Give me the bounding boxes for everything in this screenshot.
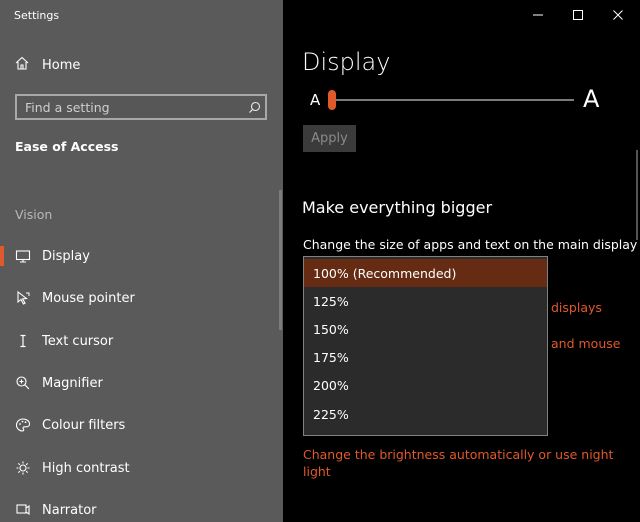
- home-nav-item[interactable]: Home: [14, 55, 80, 75]
- home-label: Home: [42, 57, 81, 73]
- text-size-slider-thumb[interactable]: [328, 90, 336, 110]
- sidebar-scrollbar[interactable]: [279, 190, 282, 330]
- search-icon[interactable]: [243, 101, 265, 114]
- text-size-slider-track[interactable]: [328, 99, 574, 101]
- apply-button[interactable]: Apply: [303, 125, 356, 152]
- scale-description: Change the size of apps and text on the …: [303, 237, 638, 252]
- sun-icon: [14, 459, 32, 477]
- advanced-scaling-link[interactable]: displays: [551, 300, 602, 315]
- section-heading: Make everything bigger: [302, 198, 493, 217]
- scale-option-225[interactable]: 225%: [304, 400, 547, 428]
- search-input[interactable]: [17, 98, 243, 116]
- close-button[interactable]: [598, 4, 638, 26]
- window-title: Settings: [14, 9, 60, 22]
- section-title: Ease of Access: [15, 139, 119, 154]
- sidebar-item-narrator[interactable]: Narrator: [0, 498, 280, 522]
- scale-option-150[interactable]: 150%: [304, 315, 547, 343]
- brightness-link-line1: Change the brightness automatically or u…: [303, 447, 614, 462]
- close-icon: [613, 10, 623, 20]
- sidebar-item-label: High contrast: [42, 460, 130, 476]
- main-scrollbar[interactable]: [636, 150, 638, 240]
- brightness-link[interactable]: Change the brightness automatically or u…: [303, 447, 613, 479]
- sidebar-item-label: Magnifier: [42, 375, 103, 391]
- narrator-icon: [14, 501, 32, 519]
- sidebar-item-label: Mouse pointer: [42, 290, 135, 306]
- slider-large-label: A: [583, 85, 600, 113]
- sidebar-item-label: Narrator: [42, 502, 97, 518]
- sidebar-item-label: Display: [42, 248, 90, 264]
- main-panel: Display A A Apply Make everything bigger…: [283, 0, 640, 522]
- magnifier-icon: [14, 374, 32, 392]
- scale-option-125[interactable]: 125%: [304, 287, 547, 315]
- selected-indicator: [0, 246, 4, 266]
- home-icon: [14, 55, 30, 75]
- scale-option-100[interactable]: 100% (Recommended): [304, 259, 547, 287]
- sidebar-item-colour-filters[interactable]: Colour filters: [0, 413, 280, 437]
- sidebar: Settings Home Ease of Access Vision Disp…: [0, 0, 283, 522]
- minimize-icon: [533, 14, 543, 16]
- pointer-link[interactable]: and mouse: [551, 336, 620, 351]
- sidebar-item-display[interactable]: Display: [0, 244, 280, 268]
- sidebar-item-magnifier[interactable]: Magnifier: [0, 371, 280, 395]
- maximize-icon: [573, 10, 583, 20]
- sidebar-item-text-cursor[interactable]: Text cursor: [0, 329, 280, 353]
- brightness-link-line2: light: [303, 464, 331, 479]
- sidebar-item-label: Text cursor: [42, 333, 114, 349]
- text-cursor-icon: [14, 332, 32, 350]
- group-label-vision: Vision: [15, 207, 53, 222]
- page-title: Display: [302, 48, 391, 76]
- mouse-pointer-icon: [14, 289, 32, 307]
- monitor-icon: [14, 247, 32, 265]
- sidebar-item-high-contrast[interactable]: High contrast: [0, 456, 280, 480]
- scale-dropdown-list[interactable]: 100% (Recommended) 125% 150% 175% 200% 2…: [303, 256, 548, 436]
- palette-icon: [14, 416, 32, 434]
- search-box[interactable]: [15, 94, 267, 120]
- minimize-button[interactable]: [518, 4, 558, 26]
- maximize-button[interactable]: [558, 4, 598, 26]
- scale-option-200[interactable]: 200%: [304, 371, 547, 399]
- scale-option-175[interactable]: 175%: [304, 343, 547, 371]
- sidebar-item-mouse-pointer[interactable]: Mouse pointer: [0, 286, 280, 310]
- slider-small-label: A: [310, 91, 321, 109]
- sidebar-item-label: Colour filters: [42, 417, 126, 433]
